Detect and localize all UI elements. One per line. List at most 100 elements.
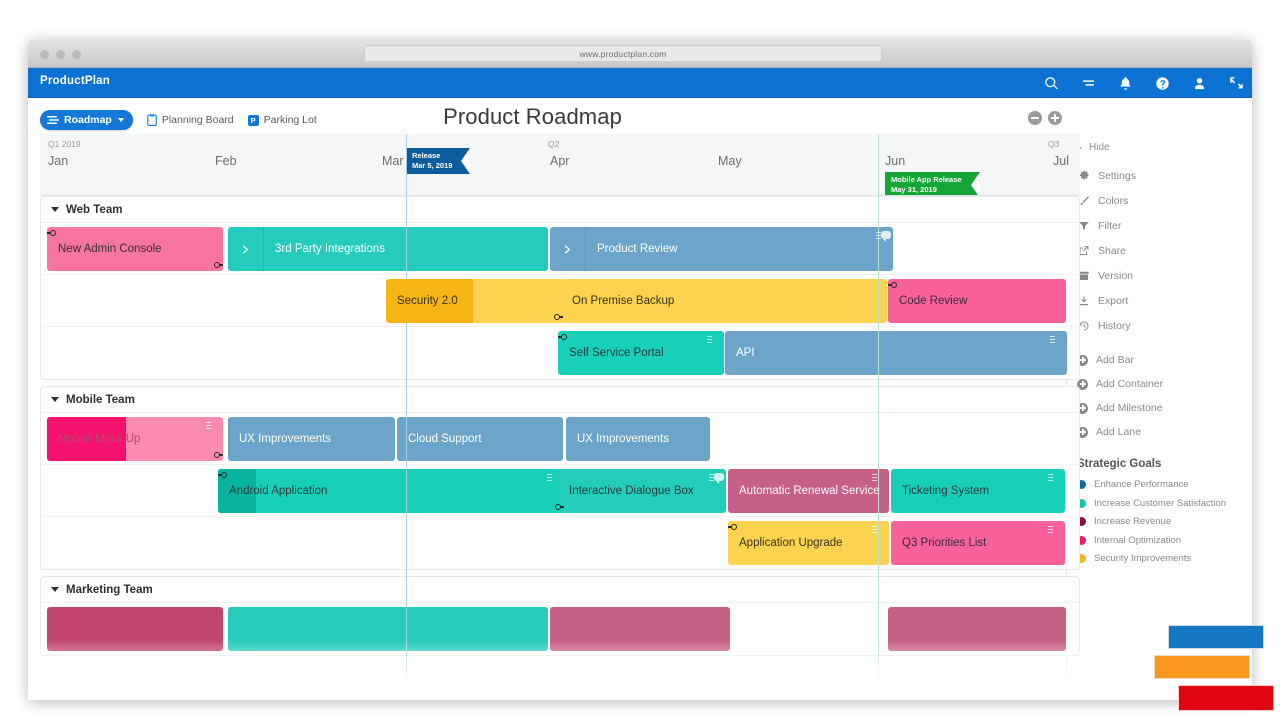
lane-mobile-team: Mobile Team Mobile Mock Up UX Improvements…: [40, 386, 1080, 570]
sidebar-action-label: Add Container: [1096, 378, 1163, 390]
sidebar-item-label: Share: [1098, 245, 1126, 257]
milestone-name: Release: [412, 151, 452, 161]
bar-resize-handle-right[interactable]: [555, 504, 561, 510]
roadmap-bar[interactable]: Mobile Mock Up: [47, 417, 223, 461]
strategic-goal-item[interactable]: Internal Optimization: [1077, 535, 1252, 547]
roadmap-bar[interactable]: Ticketing System: [891, 469, 1065, 513]
roadmap-bar[interactable]: Interactive Dialogue Box: [558, 469, 726, 513]
strategic-goal-item[interactable]: Enhance Performance: [1077, 479, 1252, 491]
bell-icon[interactable]: [1118, 76, 1133, 91]
address-bar[interactable]: www.productplan.com: [364, 45, 882, 62]
sidebar-item-label: History: [1098, 320, 1131, 332]
page-title: Product Roadmap: [28, 104, 1037, 130]
sidebar-item-label: Export: [1098, 295, 1128, 307]
bar-drag-handle[interactable]: [1050, 336, 1055, 345]
chevron-right-icon[interactable]: [228, 227, 264, 271]
bar-resize-handle-left[interactable]: [891, 282, 897, 288]
sidebar-action-add-milestone[interactable]: Add Milestone: [1077, 402, 1252, 414]
bar-drag-handle[interactable]: [872, 474, 877, 483]
sidebar-action-add-lane[interactable]: Add Lane: [1077, 426, 1252, 438]
sidebar-hide-toggle[interactable]: Hide: [1077, 142, 1252, 153]
zoom-in-button[interactable]: [1048, 111, 1062, 125]
lane-header[interactable]: Marketing Team: [41, 577, 1079, 603]
roadmap-bar[interactable]: 3rd Party Integrations: [228, 227, 548, 271]
roadmap-bar[interactable]: UX Improvements: [566, 417, 710, 461]
bar-drag-handle[interactable]: [707, 336, 712, 345]
bar-resize-handle-left[interactable]: [221, 472, 227, 478]
search-icon[interactable]: [1044, 76, 1059, 91]
strategic-goal-item[interactable]: Increase Revenue: [1077, 516, 1252, 528]
roadmap-bar[interactable]: API: [725, 331, 1067, 375]
user-icon[interactable]: [1192, 76, 1207, 91]
bar-resize-handle-left[interactable]: [50, 230, 56, 236]
bar-drag-handle[interactable]: [872, 526, 877, 535]
roadmap-bar[interactable]: [550, 607, 730, 651]
sidebar-menu: Settings Colors Filter Share Version Export Hi…: [1077, 169, 1252, 332]
overlay-graphic: [1140, 615, 1280, 720]
sidebar-item-colors[interactable]: Colors: [1077, 194, 1252, 207]
bar-drag-handle[interactable]: [206, 422, 211, 431]
sidebar-item-label: Settings: [1098, 170, 1136, 182]
bar-label: Automatic Renewal Service: [728, 485, 888, 498]
timeline-month-label: Apr: [550, 154, 569, 168]
sidebar-item-settings[interactable]: Settings: [1077, 169, 1252, 182]
strategic-goal-item[interactable]: Increase Customer Satisfaction: [1077, 498, 1252, 510]
sidebar-item-share[interactable]: Share: [1077, 244, 1252, 257]
roadmap-bar[interactable]: [47, 607, 223, 651]
roadmap-bar[interactable]: Self Service Portal: [558, 331, 724, 375]
roadmap-bar[interactable]: Product Review: [550, 227, 893, 271]
bar-resize-handle-right[interactable]: [214, 262, 220, 268]
bar-label: Ticketing System: [891, 485, 997, 498]
roadmap-bar[interactable]: Q3 Priorities List: [891, 521, 1065, 565]
help-icon[interactable]: [1155, 76, 1170, 91]
bar-resize-handle-left[interactable]: [561, 334, 567, 340]
roadmap-bar[interactable]: Application Upgrade: [728, 521, 889, 565]
fullscreen-icon[interactable]: [1229, 76, 1244, 91]
window-close-button[interactable]: [40, 50, 49, 59]
bar-drag-handle[interactable]: [547, 474, 552, 483]
lane-header[interactable]: Mobile Team: [41, 387, 1079, 413]
lane-web-team: Web Team New Admin Console 3rd Party Integ…: [40, 196, 1080, 380]
comment-icon[interactable]: [881, 231, 891, 239]
bar-label: Mobile Mock Up: [47, 433, 148, 446]
sidebar-item-filter[interactable]: Filter: [1077, 219, 1252, 232]
browser-titlebar: www.productplan.com: [28, 40, 1252, 68]
sidebar-action-add-container[interactable]: Add Container: [1077, 378, 1252, 390]
roadmap-bar[interactable]: [228, 607, 548, 651]
chevron-right-icon[interactable]: [550, 227, 586, 271]
sidebar-hide-label: Hide: [1089, 142, 1110, 153]
timeline-month-label: Jan: [48, 154, 68, 168]
bar-resize-handle-right[interactable]: [214, 452, 220, 458]
sidebar-action-add-bar[interactable]: Add Bar: [1077, 354, 1252, 366]
roadmap-bar[interactable]: [888, 607, 1066, 651]
lane-header[interactable]: Web Team: [41, 197, 1079, 223]
strategic-goal-item[interactable]: Security Improvements: [1077, 553, 1252, 565]
roadmap-bar[interactable]: On Premise Backup: [561, 279, 887, 323]
roadmap-bar[interactable]: New Admin Console: [47, 227, 223, 271]
bar-drag-handle[interactable]: [1048, 474, 1053, 483]
filter-icon[interactable]: [1081, 76, 1096, 91]
roadmap-bar[interactable]: Automatic Renewal Service: [728, 469, 889, 513]
lane-row: New Admin Console 3rd Party Integrations P…: [41, 223, 1079, 275]
bar-label: 3rd Party Integrations: [264, 243, 393, 256]
bar-drag-handle[interactable]: [1048, 526, 1053, 535]
milestone-flag[interactable]: Mobile App ReleaseMay 31, 2019: [885, 172, 980, 196]
window-minimize-button[interactable]: [56, 50, 65, 59]
comment-icon[interactable]: [714, 473, 724, 481]
sidebar-item-version[interactable]: Version: [1077, 269, 1252, 282]
roadmap-bar[interactable]: Code Review: [888, 279, 1066, 323]
lane-row: Android ApplicationInteractive Dialogue …: [41, 465, 1079, 517]
roadmap-bar[interactable]: Cloud Support: [397, 417, 563, 461]
sidebar-item-export[interactable]: Export: [1077, 294, 1252, 307]
bar-label: API: [725, 347, 763, 360]
bar-label: Security 2.0: [386, 295, 466, 308]
bar-resize-handle-right[interactable]: [554, 314, 560, 320]
roadmap-bar[interactable]: Android Application: [218, 469, 564, 513]
window-maximize-button[interactable]: [72, 50, 81, 59]
zoom-out-button[interactable]: [1028, 111, 1042, 125]
sidebar-item-history[interactable]: History: [1077, 319, 1252, 332]
milestone-flag[interactable]: ReleaseMar 5, 2019: [406, 148, 470, 174]
roadmap-bar[interactable]: Security 2.0: [386, 279, 563, 323]
roadmap-bar[interactable]: UX Improvements: [228, 417, 395, 461]
bar-resize-handle-left[interactable]: [731, 524, 737, 530]
